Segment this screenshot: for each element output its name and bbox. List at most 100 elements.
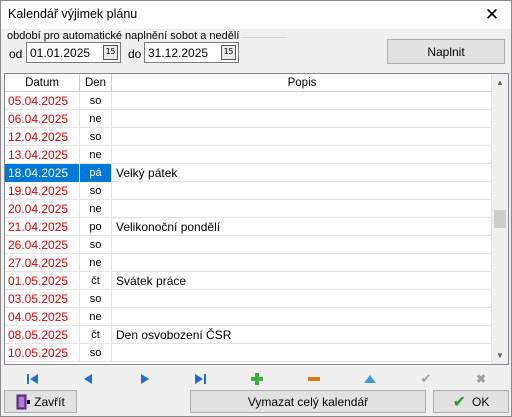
cell-date[interactable]: 26.04.2025: [5, 236, 80, 254]
cell-date[interactable]: 18.04.2025: [5, 164, 80, 182]
table-row[interactable]: 27.04.2025 ne: [5, 254, 493, 272]
cell-day[interactable]: po: [80, 218, 112, 236]
column-header-day[interactable]: Den: [80, 74, 112, 92]
close-button-label: Zavřít: [34, 394, 65, 409]
cell-date[interactable]: 19.04.2025: [5, 182, 80, 200]
calendar-icon[interactable]: 15: [221, 45, 236, 60]
cell-date[interactable]: 27.04.2025: [5, 254, 80, 272]
last-icon: [195, 374, 206, 384]
table-row[interactable]: 04.05.2025 ne: [5, 308, 493, 326]
table-row[interactable]: 06.04.2025 ne: [5, 110, 493, 128]
scroll-up-icon[interactable]: ▲: [492, 74, 508, 91]
calendar-exceptions-dialog: Kalendář výjimek plánu ✕ období pro auto…: [0, 0, 512, 417]
add-record-button[interactable]: [246, 371, 268, 387]
edit-record-button[interactable]: [359, 371, 381, 387]
door-exit-icon: [16, 394, 31, 409]
cell-day[interactable]: so: [80, 236, 112, 254]
grid-header: Datum Den Popis: [5, 74, 493, 92]
minus-icon: [308, 377, 320, 381]
table-row[interactable]: 21.04.2025 po Velikonoční pondělí: [5, 218, 493, 236]
post-record-button[interactable]: ✔: [415, 371, 437, 387]
vertical-scrollbar[interactable]: ▲ ▼: [491, 74, 508, 364]
cross-icon: ✖: [475, 372, 487, 386]
table-row[interactable]: 19.04.2025 so: [5, 182, 493, 200]
calendar-icon[interactable]: 15: [103, 45, 118, 60]
table-row[interactable]: 10.05.2025 so: [5, 344, 493, 362]
table-row[interactable]: 01.05.2025 čt Svátek práce: [5, 272, 493, 290]
ok-button[interactable]: ✔ OK: [433, 390, 509, 413]
cell-date[interactable]: 05.04.2025: [5, 92, 80, 110]
grid-rows: 05.04.2025 so 06.04.2025 ne 12.04.2025 so 13.0…: [5, 92, 493, 362]
cell-day[interactable]: ne: [80, 308, 112, 326]
table-row[interactable]: 20.04.2025 ne: [5, 200, 493, 218]
cell-date[interactable]: 03.05.2025: [5, 290, 80, 308]
to-date-field[interactable]: 31.12.2025 15: [144, 42, 239, 63]
cell-day[interactable]: ne: [80, 200, 112, 218]
cell-day[interactable]: so: [80, 290, 112, 308]
previous-record-button[interactable]: [77, 371, 99, 387]
cell-day[interactable]: so: [80, 128, 112, 146]
cell-description[interactable]: [112, 182, 493, 200]
cell-description[interactable]: [112, 92, 493, 110]
table-row[interactable]: 18.04.2025 pá Velký pátek: [5, 164, 493, 182]
cell-description[interactable]: [112, 344, 493, 362]
table-row[interactable]: 12.04.2025 so: [5, 128, 493, 146]
cell-day[interactable]: ne: [80, 110, 112, 128]
to-label: do: [128, 47, 142, 61]
close-button[interactable]: Zavřít: [4, 390, 77, 413]
plus-icon: [251, 373, 263, 385]
fill-button[interactable]: Naplnit: [387, 39, 505, 64]
table-row[interactable]: 08.05.2025 čt Den osvobození ČSR: [5, 326, 493, 344]
cell-day[interactable]: ne: [80, 254, 112, 272]
cell-description[interactable]: [112, 200, 493, 218]
table-row[interactable]: 26.04.2025 so: [5, 236, 493, 254]
cell-date[interactable]: 06.04.2025: [5, 110, 80, 128]
close-icon[interactable]: ✕: [473, 1, 511, 29]
cell-description[interactable]: [112, 290, 493, 308]
cell-date[interactable]: 20.04.2025: [5, 200, 80, 218]
cell-description[interactable]: [112, 236, 493, 254]
cell-day[interactable]: čt: [80, 326, 112, 344]
last-record-button[interactable]: [190, 371, 212, 387]
cell-day[interactable]: pá: [80, 164, 112, 182]
cell-date[interactable]: 04.05.2025: [5, 308, 80, 326]
cell-date[interactable]: 21.04.2025: [5, 218, 80, 236]
cell-description[interactable]: Velký pátek: [112, 164, 493, 182]
cell-day[interactable]: so: [80, 92, 112, 110]
from-date-field[interactable]: 01.01.2025 15: [26, 42, 121, 63]
first-icon: [27, 374, 38, 384]
cell-day[interactable]: so: [80, 182, 112, 200]
cell-description[interactable]: [112, 308, 493, 326]
table-row[interactable]: 05.04.2025 so: [5, 92, 493, 110]
column-header-date[interactable]: Datum: [5, 74, 80, 92]
cell-date[interactable]: 08.05.2025: [5, 326, 80, 344]
cell-day[interactable]: čt: [80, 272, 112, 290]
cell-day[interactable]: so: [80, 344, 112, 362]
delete-record-button[interactable]: [303, 371, 325, 387]
from-label: od: [9, 47, 23, 61]
exceptions-grid: Datum Den Popis 05.04.2025 so 06.04.2025 ne…: [4, 73, 509, 365]
cell-date[interactable]: 12.04.2025: [5, 128, 80, 146]
scroll-down-icon[interactable]: ▼: [492, 347, 508, 364]
previous-icon: [84, 374, 92, 384]
cell-description[interactable]: [112, 254, 493, 272]
title-bar: Kalendář výjimek plánu ✕: [1, 1, 511, 29]
cell-description[interactable]: [112, 146, 493, 164]
cell-description[interactable]: [112, 128, 493, 146]
scroll-thumb[interactable]: [494, 210, 506, 228]
cancel-record-button[interactable]: ✖: [470, 371, 492, 387]
cell-description[interactable]: Velikonoční pondělí: [112, 218, 493, 236]
cell-date[interactable]: 10.05.2025: [5, 344, 80, 362]
table-row[interactable]: 03.05.2025 so: [5, 290, 493, 308]
cell-description[interactable]: [112, 110, 493, 128]
cell-description[interactable]: Den osvobození ČSR: [112, 326, 493, 344]
clear-calendar-button[interactable]: Vymazat celý kalendář: [190, 390, 426, 413]
cell-date[interactable]: 01.05.2025: [5, 272, 80, 290]
column-header-description[interactable]: Popis: [112, 74, 493, 92]
cell-date[interactable]: 13.04.2025: [5, 146, 80, 164]
cell-day[interactable]: ne: [80, 146, 112, 164]
first-record-button[interactable]: [22, 371, 44, 387]
cell-description[interactable]: Svátek práce: [112, 272, 493, 290]
table-row[interactable]: 13.04.2025 ne: [5, 146, 493, 164]
next-record-button[interactable]: [134, 371, 156, 387]
